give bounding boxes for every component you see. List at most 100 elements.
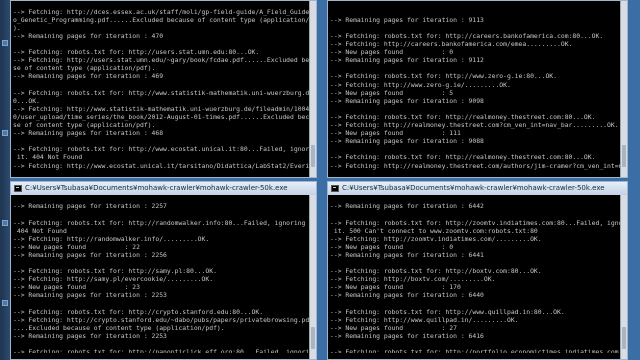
console-line: --> Fetching: http://users.stat.umn.edu/… xyxy=(13,56,310,65)
console-line: --> Fetching: http://zoomtv.indiatimes.c… xyxy=(330,234,542,243)
console-line: --> Remaining pages for iteration : 2256 xyxy=(13,250,167,259)
console-line: --> Fetching: http://realmoney.thestreet… xyxy=(330,161,621,170)
console-line: --> Fetching: robots.txt for: http://use… xyxy=(13,48,260,57)
console-line: --> Fetching: http://www.statistik-mathe… xyxy=(13,104,310,113)
taskbar-app-icon[interactable] xyxy=(2,220,8,226)
console-line: --> Fetching: robots.txt for: http://ran… xyxy=(13,218,310,227)
console-line: --> Fetching: robots.txt for: http://www… xyxy=(330,307,565,316)
window-title: C:¥Users¥Tsubasa¥Documents¥mohawk-crawle… xyxy=(25,184,288,192)
scrollbar-thumb[interactable] xyxy=(311,145,315,167)
console-window-top-left[interactable]: --> Fetching: http://dces.essex.ac.uk/st… xyxy=(10,0,317,178)
console-line: it. 500 Can't connect to www.zoomtv.com:… xyxy=(330,226,538,235)
console-line: --> Remaining pages for iteration : 6442 xyxy=(330,202,484,211)
taskbar-app-icon[interactable] xyxy=(2,40,8,46)
console-line: --> New pages found : 111 xyxy=(330,129,461,138)
console-line: --> New pages found : 170 xyxy=(330,283,461,292)
window-titlebar[interactable]: C:¥Users¥Tsubasa¥Documents¥mohawk-crawle… xyxy=(11,182,316,195)
console-line: --> Fetching: robots.txt for: http://car… xyxy=(330,32,604,41)
console-app-icon xyxy=(331,185,339,192)
console-line: --> Fetching: robots.txt for: http://www… xyxy=(13,145,310,154)
console-line: --> Remaining pages for iteration : 6440 xyxy=(330,291,484,300)
console-window-top-right[interactable]: --> Remaining pages for iteration : 9113… xyxy=(327,0,628,178)
console-line: --> Remaining pages for iteration : 9113 xyxy=(330,15,484,24)
scrollbar[interactable] xyxy=(620,195,627,359)
console-line: 404 Not Found xyxy=(13,226,67,235)
scrollbar[interactable] xyxy=(309,195,316,359)
console-window-bottom-left[interactable]: C:¥Users¥Tsubasa¥Documents¥mohawk-crawle… xyxy=(10,181,317,360)
console-output: --> Remaining pages for iteration : 6442… xyxy=(328,201,621,352)
console-line: --> Remaining pages for iteration : 470 xyxy=(13,32,164,41)
console-line: 0...OK. xyxy=(13,96,40,105)
console-output: --> Remaining pages for iteration : 2257… xyxy=(11,201,310,352)
console-line: it. 404 Not Found xyxy=(13,153,83,162)
console-line: --> Remaining pages for iteration : 6441 xyxy=(330,250,484,259)
console-line: --> Fetching: http://crypto.stanford.edu… xyxy=(13,315,310,324)
console-line: --> New pages found : 0 xyxy=(330,48,454,57)
console-line: --> Remaining pages for iteration : 2253 xyxy=(13,331,167,340)
console-line: --> Remaining pages for iteration : 9088 xyxy=(330,137,484,146)
console-line: --> Fetching: robots.txt for: http://box… xyxy=(330,267,542,276)
console-line: --> New pages found : 0 xyxy=(330,242,454,251)
console-output: --> Remaining pages for iteration : 9113… xyxy=(328,15,621,171)
console-line: --> Remaining pages for iteration : 468 xyxy=(13,129,164,138)
console-line: --> Fetching: http://samy.pl/evercookie/… xyxy=(13,275,214,284)
taskbar-app-icon[interactable] xyxy=(2,130,8,136)
console-line: --> Fetching: robots.txt for: http://cry… xyxy=(13,307,264,316)
scrollbar[interactable] xyxy=(620,1,627,177)
console-line: --> Fetching: http://www.zero-g.ie/.....… xyxy=(330,80,511,89)
console-line: --> Fetching: robots.txt for: http://www… xyxy=(13,88,310,97)
console-app-icon xyxy=(14,185,22,192)
console-line: --> Fetching: http://boxtv.com/.........… xyxy=(330,275,496,284)
console-line: se of content type (application/pdf). xyxy=(13,121,156,130)
scrollbar-thumb[interactable] xyxy=(622,327,626,349)
scrollbar[interactable] xyxy=(309,1,316,177)
console-line: --> Fetching: http://realmoney.thestreet… xyxy=(330,121,619,130)
console-line: --> New pages found : 23 xyxy=(13,283,140,292)
console-line: --> New pages found : 5 xyxy=(330,88,454,97)
console-line: --> Fetching: http://www.ecostat.unical.… xyxy=(13,161,310,170)
console-line: --> New pages found : 22 xyxy=(13,242,140,251)
console-line: o_Genetic_Programming.pdf......Excluded … xyxy=(13,15,310,24)
console-line: --> Fetching: robots.txt for: http://rea… xyxy=(330,153,596,162)
console-line: --> Fetching: http://randomwalker.info/.… xyxy=(13,234,210,243)
window-titlebar[interactable]: C:¥Users¥Tsubasa¥Documents¥mohawk-crawle… xyxy=(328,182,627,195)
console-window-bottom-right[interactable]: C:¥Users¥Tsubasa¥Documents¥mohawk-crawle… xyxy=(327,181,628,360)
console-line: --> Fetching: robots.txt for: http://www… xyxy=(330,72,558,81)
console-line: --> Fetching: http://careers.bankofameri… xyxy=(330,40,573,49)
console-line: ....Excluded because of content type (ap… xyxy=(13,323,225,332)
console-line: --> Remaining pages for iteration : 469 xyxy=(13,72,164,81)
console-line: ). xyxy=(13,23,21,32)
console-line: se of content type (application/pdf). xyxy=(13,64,156,73)
console-line: --> Remaining pages for iteration : 2253 xyxy=(13,291,167,300)
console-line: --> Fetching: robots.txt for: http://rea… xyxy=(330,112,596,121)
console-line: --> Fetching: robots.txt for: http://zoo… xyxy=(330,218,621,227)
console-line: --> Remaining pages for iteration : 6416 xyxy=(330,331,484,340)
console-line: --> Fetching: http://dces.essex.ac.uk/st… xyxy=(13,7,310,16)
taskbar-app-icon[interactable] xyxy=(2,300,8,306)
console-line: --> Fetching: robots.txt for: http://sam… xyxy=(13,267,217,276)
console-line: --> Remaining pages for iteration : 9112 xyxy=(330,56,484,65)
scrollbar-thumb[interactable] xyxy=(622,145,626,167)
console-line: --> Fetching: http://www.quillpad.in/...… xyxy=(330,315,519,324)
console-line: --> Fetching: robots.txt for: http://pan… xyxy=(13,348,310,353)
console-line: --> Remaining pages for iteration : 2257 xyxy=(13,202,167,211)
scrollbar-thumb[interactable] xyxy=(311,327,315,349)
taskbar xyxy=(0,0,10,360)
console-line: --> New pages found : 27 xyxy=(330,323,457,332)
window-title: C:¥Users¥Tsubasa¥Documents¥mohawk-crawle… xyxy=(342,184,605,192)
